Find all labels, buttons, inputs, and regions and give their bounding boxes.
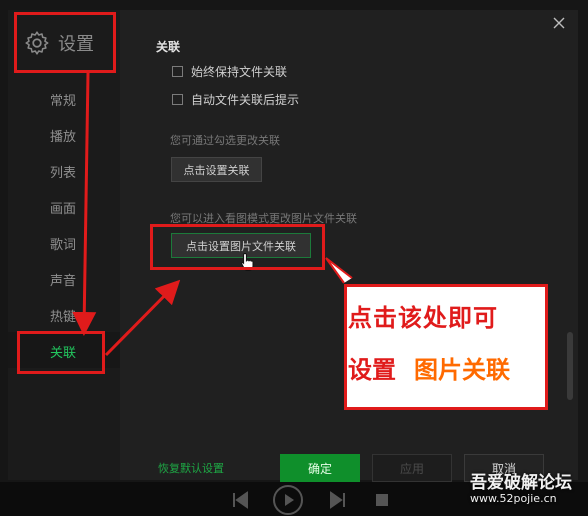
callout-text-line2b: 图片关联 (414, 356, 510, 384)
arrow-down (72, 72, 97, 336)
callout-pointer (325, 257, 353, 284)
callout-text-line2a: 设置 (348, 356, 396, 384)
callout-text-line1: 点击该处即可 (348, 304, 498, 332)
arrow-up-right (104, 279, 181, 357)
watermark-site-name: 吾爱破解论坛 (470, 473, 572, 493)
watermark-url: www.52pojie.cn (470, 492, 557, 505)
annotation-arrows (72, 72, 353, 357)
